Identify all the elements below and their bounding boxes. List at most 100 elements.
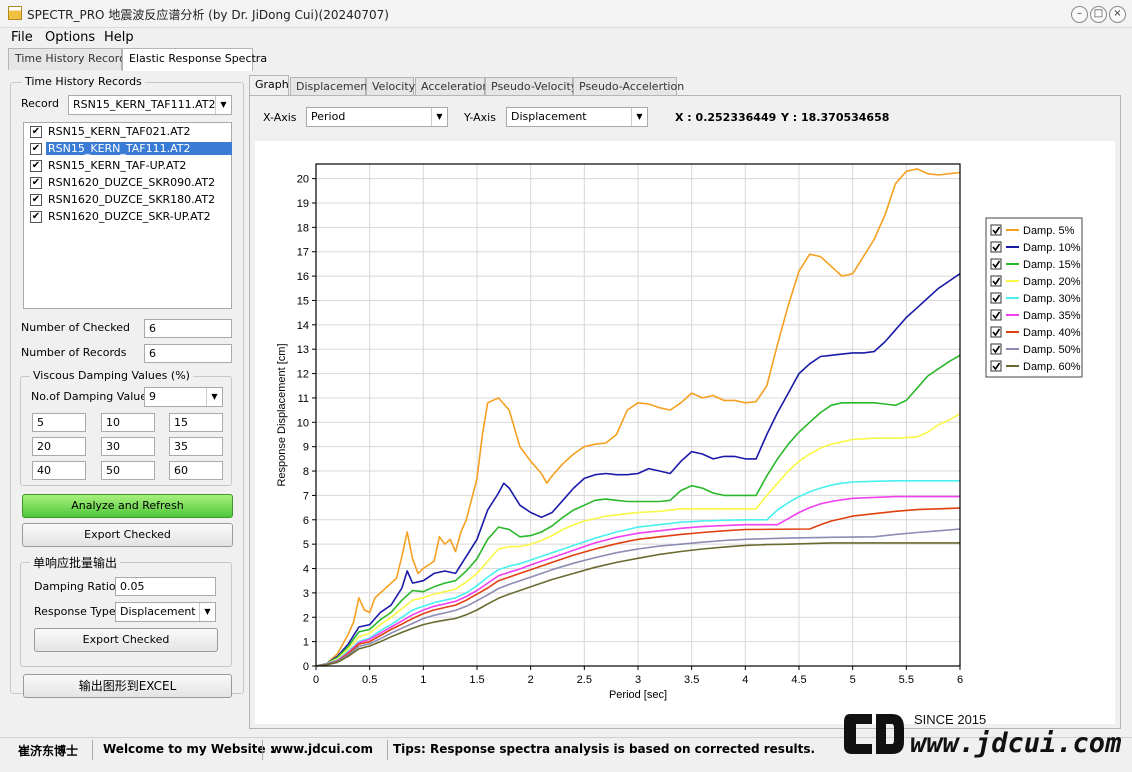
graph-panel: X-Axis Period ▼ Y-Axis Displacement ▼ X … — [249, 95, 1121, 729]
damping-value-5[interactable]: 30 — [101, 437, 155, 456]
record-name: RSN15_KERN_TAF111.AT2 — [46, 142, 232, 155]
x-tick-label: 5.5 — [899, 674, 914, 686]
list-item[interactable]: ✔ RSN15_KERN_TAF021.AT2 — [26, 124, 231, 141]
export-checked-button[interactable]: Export Checked — [22, 523, 233, 547]
status-tips: Tips: Response spectra analysis is based… — [393, 742, 816, 756]
response-type-value: Displacement — [120, 605, 196, 618]
record-select[interactable]: RSN15_KERN_TAF111.AT2 ▼ — [68, 95, 232, 115]
list-item[interactable]: ✔ RSN1620_DUZCE_SKR090.AT2 — [26, 175, 231, 192]
damping-value-3[interactable]: 15 — [169, 413, 223, 432]
tab-acceleration[interactable]: Acceleration — [415, 77, 489, 96]
y-tick-label: 0 — [303, 661, 309, 673]
response-spectrum-chart[interactable]: 0 0.5 1 1.5 2 2.5 3 3.5 4 4.5 5 5.5 6012345678910111… — [255, 141, 1115, 724]
legend-label: Damp. 15% — [1023, 259, 1081, 271]
num-records-field[interactable]: 6 — [144, 344, 232, 363]
list-item[interactable]: ✔ RSN1620_DUZCE_SKR-UP.AT2 — [26, 209, 231, 226]
list-item[interactable]: ✔ RSN15_KERN_TAF111.AT2 — [26, 141, 232, 158]
brand-since: SINCE 2015 — [914, 712, 986, 727]
num-checked-field[interactable]: 6 — [144, 319, 232, 338]
y-axis-select[interactable]: Displacement ▼ — [506, 107, 648, 127]
single-export-button[interactable]: Export Checked — [34, 628, 218, 652]
list-item[interactable]: ✔ RSN1620_DUZCE_SKR180.AT2 — [26, 192, 231, 209]
x-axis-label: X-Axis — [263, 111, 297, 124]
chart-area[interactable]: 0 0.5 1 1.5 2 2.5 3 3.5 4 4.5 5 5.5 6 0 1 2 3 4 5 6 7 8 9 10 11 1… — [255, 141, 1115, 724]
y-tick-label: 18 — [297, 222, 309, 234]
response-type-select[interactable]: Displacement ▼ — [115, 602, 216, 622]
damping-value-1[interactable]: 5 — [32, 413, 86, 432]
damping-value-8[interactable]: 50 — [101, 461, 155, 480]
x-tick-label: 0 — [313, 674, 319, 686]
analyze-refresh-button[interactable]: Analyze and Refresh — [22, 494, 233, 518]
checkbox-icon[interactable]: ✔ — [30, 143, 42, 155]
chevron-down-icon: ▼ — [631, 108, 647, 126]
window-title: SPECTR_PRO 地震波反应谱分析 (by Dr. JiDong Cui)(… — [27, 8, 389, 22]
record-list[interactable]: ✔ RSN15_KERN_TAF021.AT2 ✔ RSN15_KERN_TAF… — [23, 122, 232, 309]
tab-velocity[interactable]: Velocity — [366, 77, 415, 96]
legend-label: Damp. 35% — [1023, 310, 1081, 322]
y-tick-label: 20 — [297, 174, 309, 186]
close-button[interactable]: × — [1109, 6, 1126, 23]
x-tick-label: 6 — [957, 674, 963, 686]
menu-options[interactable]: Options — [45, 30, 95, 45]
damping-value-7[interactable]: 40 — [32, 461, 86, 480]
y-tick-label: 10 — [297, 417, 309, 429]
tab-elastic-response-spectra[interactable]: Elastic Response Spectra — [122, 48, 267, 71]
y-coordinate-readout: Y : 18.370534658 — [781, 111, 890, 124]
y-tick-label: 5 — [303, 539, 309, 551]
y-tick-label: 7 — [303, 490, 309, 502]
menu-bar: File Options Help — [0, 28, 1132, 48]
menu-help[interactable]: Help — [104, 30, 134, 45]
damping-value-4[interactable]: 20 — [32, 437, 86, 456]
response-type-label: Response Type — [34, 605, 116, 618]
menu-file[interactable]: File — [11, 30, 33, 45]
left-panel: Time History Records Record RSN15_KERN_T… — [10, 70, 244, 705]
record-name: RSN1620_DUZCE_SKR090.AT2 — [48, 176, 216, 189]
checkbox-icon[interactable]: ✔ — [30, 126, 42, 138]
record-name: RSN1620_DUZCE_SKR-UP.AT2 — [48, 210, 211, 223]
tab-time-history-records[interactable]: Time History Records — [8, 48, 132, 70]
brand-url: www.jdcui.com — [910, 728, 1121, 759]
checkbox-icon[interactable]: ✔ — [30, 211, 42, 223]
right-panel: Graph Displacement Velocity Acceleration… — [249, 75, 1122, 730]
damping-value-9[interactable]: 60 — [169, 461, 223, 480]
tab-pseudo-velocity[interactable]: Pseudo-Velocity — [485, 77, 577, 96]
list-item[interactable]: ✔ RSN15_KERN_TAF-UP.AT2 — [26, 158, 231, 175]
maximize-button[interactable]: □ — [1090, 6, 1107, 23]
tab-displacement[interactable]: Displacement — [290, 77, 372, 96]
checkbox-icon[interactable]: ✔ — [30, 177, 42, 189]
y-tick-label: 17 — [297, 247, 309, 259]
num-damping-select[interactable]: 9 ▼ — [144, 387, 223, 407]
legend-label: Damp. 60% — [1023, 361, 1081, 373]
y-tick-label: 9 — [303, 442, 309, 454]
damping-value-2[interactable]: 10 — [101, 413, 155, 432]
chevron-down-icon: ▼ — [431, 108, 447, 126]
x-tick-label: 3 — [635, 674, 641, 686]
damping-value-6[interactable]: 35 — [169, 437, 223, 456]
y-tick-label: 12 — [297, 369, 309, 381]
record-name: RSN15_KERN_TAF-UP.AT2 — [48, 159, 187, 172]
y-tick-label: 14 — [297, 320, 309, 332]
y-tick-label: 19 — [297, 198, 309, 210]
status-separator — [387, 740, 388, 760]
y-tick-label: 16 — [297, 271, 309, 283]
x-axis-select[interactable]: Period ▼ — [306, 107, 448, 127]
y-tick-label: 15 — [297, 295, 309, 307]
title-bar: SPECTR_PRO 地震波反应谱分析 (by Dr. JiDong Cui)(… — [0, 0, 1132, 28]
status-separator — [92, 740, 93, 760]
status-website[interactable]: www.jdcui.com — [271, 742, 373, 756]
y-tick-label: 8 — [303, 466, 309, 478]
num-checked-label: Number of Checked — [21, 321, 130, 334]
x-tick-label: 5 — [850, 674, 856, 686]
legend-label: Damp. 30% — [1023, 293, 1081, 305]
damping-ratio-field[interactable]: 0.05 — [115, 577, 216, 596]
checkbox-icon[interactable]: ✔ — [30, 194, 42, 206]
legend-label: Damp. 20% — [1023, 276, 1081, 288]
minimize-button[interactable]: – — [1071, 6, 1088, 23]
tab-graph[interactable]: Graph — [249, 75, 289, 96]
tab-pseudo-acceleration[interactable]: Pseudo-Accelertion — [573, 77, 684, 96]
status-welcome: Welcome to my Website : — [103, 742, 275, 756]
excel-export-button[interactable]: 输出图形到EXCEL — [23, 674, 232, 698]
x-tick-label: 1.5 — [469, 674, 484, 686]
checkbox-icon[interactable]: ✔ — [30, 160, 42, 172]
y-tick-label: 2 — [303, 612, 309, 624]
